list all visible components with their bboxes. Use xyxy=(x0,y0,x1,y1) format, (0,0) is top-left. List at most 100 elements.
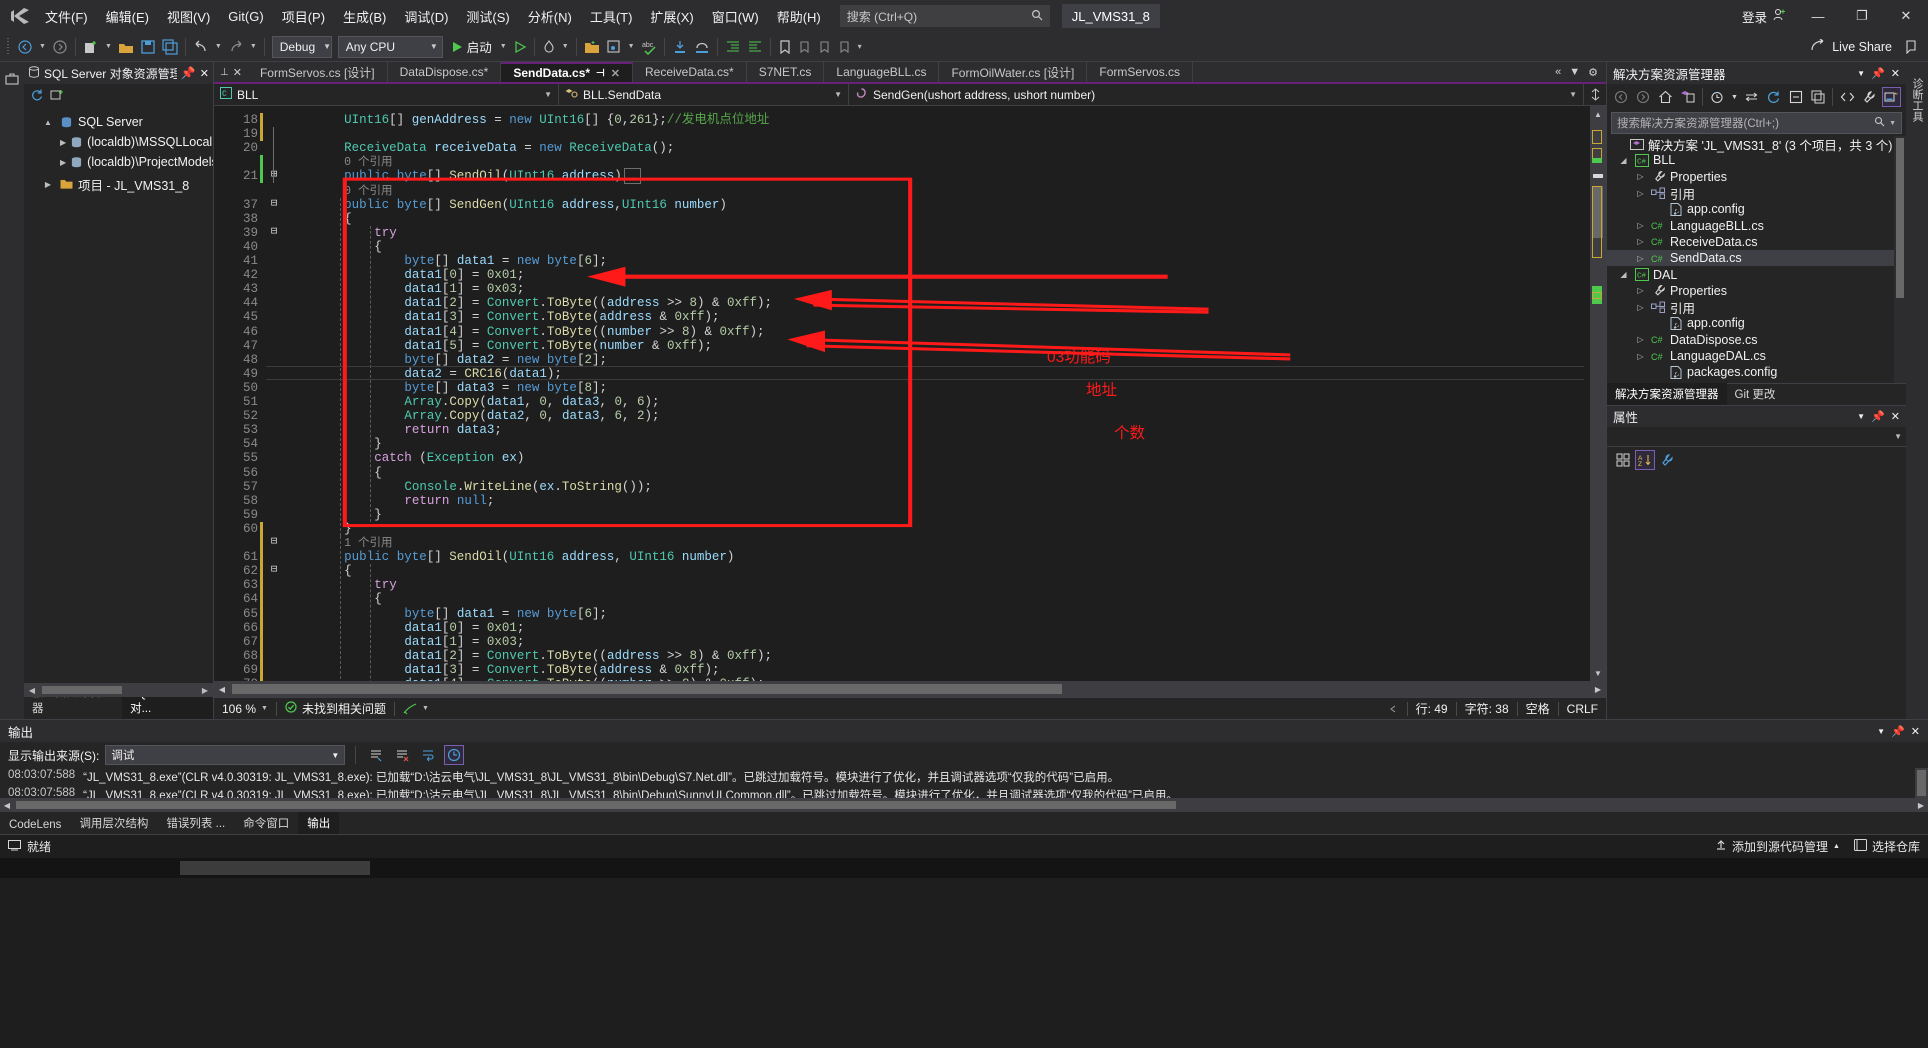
se-row-receivedata-cs[interactable]: ▷ C# ReceiveData.cs xyxy=(1607,234,1906,250)
solution-name-chip[interactable]: JL_VMS31_8 xyxy=(1061,4,1160,28)
close-button[interactable]: ✕ xyxy=(1884,0,1928,32)
se-row-dal[interactable]: ◢ C# DAL xyxy=(1607,266,1906,282)
save-button[interactable] xyxy=(137,35,159,59)
se-twisty-icon[interactable]: ▷ xyxy=(1634,303,1647,312)
minimize-button[interactable]: — xyxy=(1796,0,1840,32)
tab-output[interactable]: 输出 xyxy=(298,812,340,834)
prop-pin-icon[interactable]: 📌 xyxy=(1871,410,1885,423)
se-vscroll-thumb[interactable] xyxy=(1896,138,1904,298)
tab-pin-icon[interactable]: ⊣ xyxy=(596,68,605,79)
doc-tab-receivedata[interactable]: ReceiveData.cs* xyxy=(632,62,747,82)
se-pending-changes-icon[interactable] xyxy=(1708,87,1727,107)
chevron-down-icon-intellicode[interactable]: ▼ xyxy=(422,705,429,712)
se-twisty-icon[interactable]: ▷ xyxy=(1634,189,1647,198)
sql-tree-node-localdb-2[interactable]: ▶ (localdb)\ProjectModels xyxy=(24,152,213,172)
chevron-down-icon-output[interactable]: ▼ xyxy=(331,751,339,760)
scroll-down-arrow-icon[interactable]: ▼ xyxy=(1590,665,1606,681)
scroll-right-arrow-icon[interactable]: ▶ xyxy=(197,683,213,697)
outlining-toggle-icon[interactable]: ⊟ xyxy=(266,225,282,239)
hot-reload-dropdown[interactable]: ▼ xyxy=(559,35,572,59)
new-project-button[interactable] xyxy=(80,35,102,59)
prop-alphabetical-icon[interactable]: AZ xyxy=(1635,449,1655,470)
se-row--[interactable]: ▷ 引用 xyxy=(1607,185,1906,202)
se-row-packages-config[interactable]: packages.config xyxy=(1607,364,1906,380)
se-close-icon[interactable]: ✕ xyxy=(1891,67,1900,80)
output-find-message-icon[interactable] xyxy=(366,745,386,765)
tab-close-icon[interactable]: ✕ xyxy=(611,67,620,80)
quick-search-box[interactable]: 搜索 (Ctrl+Q) xyxy=(839,5,1050,27)
pin-icon[interactable]: ⊥ xyxy=(220,67,229,78)
se-menu-chevron-icon[interactable]: ▼ xyxy=(1857,69,1865,78)
se-row--[interactable]: ▷ 引用 xyxy=(1607,299,1906,316)
menu-analyze[interactable]: 分析(N) xyxy=(519,2,581,31)
sql-tree-node-localdb-1[interactable]: ▶ (localdb)\MSSQLLocalDE xyxy=(24,132,213,152)
toolbar-overflow-button[interactable]: ▾ xyxy=(855,35,865,59)
step-over-button[interactable] xyxy=(691,35,713,59)
se-show-all-files-icon[interactable] xyxy=(1808,87,1827,107)
se-row-bll[interactable]: ◢ C# BLL xyxy=(1607,152,1906,168)
sql-tree-hscrollbar[interactable]: ◀ ▶ xyxy=(24,683,213,697)
nav-namespace-combo[interactable]: C BLL ▼ xyxy=(214,83,559,106)
sql-panel-close-icon[interactable]: ✕ xyxy=(200,67,209,80)
tab-call-hierarchy[interactable]: 调用层次结构 xyxy=(70,812,157,834)
menu-view[interactable]: 视图(V) xyxy=(158,2,219,31)
se-back-icon[interactable] xyxy=(1612,87,1631,107)
code-text-area[interactable]: 18 UInt16[] genAddress = new UInt16[] {0,… xyxy=(214,106,1590,681)
output-hscroll-right-arrow-icon[interactable]: ▶ xyxy=(1914,798,1928,812)
editor-vertical-scrollbar[interactable]: ▲ ▼ xyxy=(1590,106,1606,681)
sql-refresh-icon[interactable] xyxy=(30,88,44,105)
redo-button[interactable] xyxy=(225,35,247,59)
chevron-down-icon-nav2[interactable]: ▼ xyxy=(824,90,842,99)
se-row-app-config[interactable]: app.config xyxy=(1607,201,1906,217)
indent-button[interactable] xyxy=(722,35,744,59)
output-pin-icon[interactable]: 📌 xyxy=(1891,725,1905,738)
menu-window[interactable]: 窗口(W) xyxy=(703,2,768,31)
outlining-toggle-icon[interactable]: ⊞ xyxy=(266,168,282,182)
new-project-dropdown[interactable]: ▼ xyxy=(102,35,115,59)
se-forward-icon[interactable] xyxy=(1634,87,1653,107)
hscroll-left-arrow-icon[interactable]: ◀ xyxy=(214,681,230,697)
twisty-icon-2[interactable]: ▶ xyxy=(60,158,66,167)
se-twisty-icon[interactable]: ▷ xyxy=(1634,286,1647,295)
doc-tab-datadispose[interactable]: DataDispose.cs* xyxy=(387,62,502,82)
chevron-down-icon-nav1[interactable]: ▼ xyxy=(534,90,552,99)
se-search-dropdown-icon[interactable]: ▼ xyxy=(1885,120,1896,127)
prop-categorized-icon[interactable] xyxy=(1613,450,1633,470)
tabstrip-overflow-icon[interactable]: « xyxy=(1555,66,1561,78)
undo-dropdown[interactable]: ▼ xyxy=(212,35,225,59)
output-vertical-scrollbar[interactable] xyxy=(1915,768,1928,798)
se-row-properties[interactable]: ▷ Properties xyxy=(1607,169,1906,185)
se-sync-icon[interactable] xyxy=(1742,87,1761,107)
se-twisty-icon[interactable]: ▷ xyxy=(1634,352,1647,361)
output-hscroll-left-arrow-icon[interactable]: ◀ xyxy=(0,798,14,812)
se-row-app-config[interactable]: app.config xyxy=(1607,315,1906,331)
solution-configuration-combo[interactable]: Debug ▼ xyxy=(271,35,332,58)
clear-bookmarks-button[interactable] xyxy=(835,35,855,59)
output-text-area[interactable]: 08:03:07:588 “JL_VMS31_8.exe”(CLR v4.0.30… xyxy=(0,768,1928,798)
attach-dropdown[interactable]: ▼ xyxy=(625,35,638,59)
doc-tab-s7net[interactable]: S7NET.cs xyxy=(746,62,825,82)
indent-mode-indicator[interactable]: 空格 xyxy=(1518,698,1558,720)
output-clear-all-icon[interactable] xyxy=(392,745,412,765)
maximize-button[interactable]: ❐ xyxy=(1840,0,1884,32)
nav-member-combo[interactable]: SendGen(ushort address, ushort number) ▼ xyxy=(849,83,1584,106)
undo-button[interactable] xyxy=(190,35,212,59)
open-file-button[interactable] xyxy=(115,35,137,59)
sql-panel-pin-icon[interactable]: 📌 xyxy=(181,66,196,80)
save-all-button[interactable] xyxy=(159,35,181,59)
solution-platform-combo[interactable]: Any CPU ▼ xyxy=(337,35,443,58)
tab-command-window[interactable]: 命令窗口 xyxy=(234,812,298,834)
intellicode-indicator[interactable]: ▼ xyxy=(395,698,437,720)
se-row-properties[interactable]: ▷ Properties xyxy=(1607,283,1906,299)
se-twisty-icon[interactable]: ▷ xyxy=(1634,237,1647,246)
add-to-source-control-button[interactable]: 添加到源代码管理 ▲ xyxy=(1715,838,1840,855)
output-hscroll-thumb[interactable] xyxy=(16,801,1176,809)
show-all-files-button[interactable] xyxy=(581,35,603,59)
tabstrip-list-icon[interactable]: ▼ xyxy=(1569,66,1580,78)
menu-debug[interactable]: 调试(D) xyxy=(395,2,457,31)
se-twisty-icon[interactable]: ▷ xyxy=(1634,335,1647,344)
twisty-icon[interactable]: ▲ xyxy=(42,118,54,127)
properties-object-combo[interactable]: ▼ xyxy=(1607,426,1906,447)
spell-check-button[interactable]: abc xyxy=(638,35,660,59)
start-debug-button[interactable]: 启动 xyxy=(446,35,497,59)
